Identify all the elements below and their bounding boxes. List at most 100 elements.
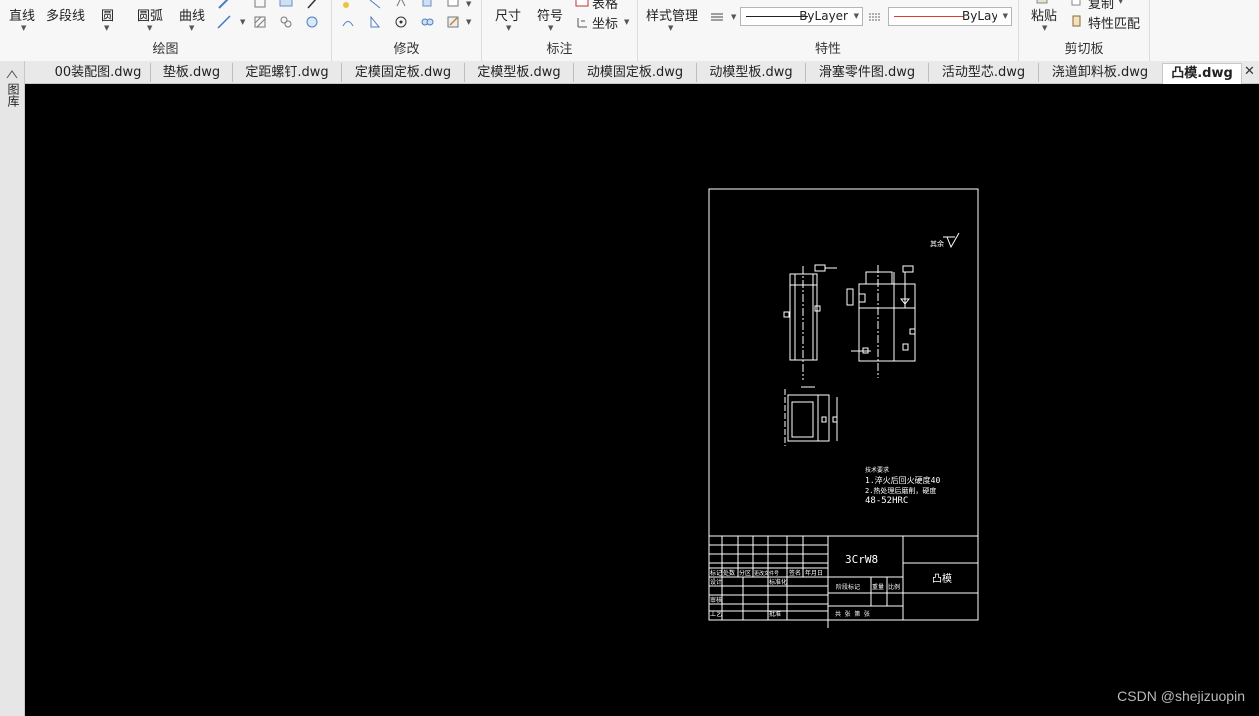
pencil-icon[interactable] [217, 0, 231, 10]
copy-icon[interactable] [1070, 0, 1084, 8]
cursor-icon[interactable] [305, 0, 319, 10]
chevron-down-icon[interactable]: ▼ [1042, 24, 1047, 32]
paste-button[interactable]: 粘贴 [1031, 5, 1057, 24]
curve-button[interactable]: 曲线 [179, 5, 205, 24]
tab-distance-screw[interactable]: 定距螺钉.dwg [233, 63, 341, 84]
mirror-icon[interactable] [368, 15, 382, 29]
trim-icon[interactable] [446, 0, 460, 10]
match-properties-button[interactable]: 特性匹配 [1088, 13, 1140, 32]
rectangle-icon[interactable] [253, 0, 267, 10]
tab-assembly[interactable]: 00装配图.dwg [46, 63, 150, 84]
table-button[interactable]: 表格 [592, 0, 618, 12]
title-approve: 批准 [769, 610, 781, 618]
tab-moving-cavity-plate[interactable]: 动模型板.dwg [697, 63, 805, 84]
hatch-icon[interactable] [253, 15, 267, 29]
title-row-sign: 签名 [789, 569, 801, 577]
region-icon[interactable] [279, 0, 293, 10]
title-row-date: 年月日 [805, 569, 823, 577]
color-select[interactable]: ByLayer ▼ [888, 7, 1012, 26]
roughness-note: 其余 [930, 239, 944, 248]
boundary-icon[interactable] [279, 15, 293, 29]
lineweight-icon[interactable] [710, 10, 724, 24]
drawing-canvas[interactable]: 其余 技术要求 1.淬火后回火硬度40 2.热处理后磨削，硬度 48-52HRC… [25, 84, 1259, 716]
chevron-down-icon[interactable]: ▼ [240, 18, 245, 26]
coordinate-icon[interactable] [575, 15, 589, 29]
tab-fixed-cavity-plate[interactable]: 定模型板.dwg [465, 63, 573, 84]
dimension-button[interactable]: 尺寸 [495, 5, 521, 24]
chevron-down-icon[interactable]: ▼ [1118, 0, 1123, 5]
table-icon[interactable] [575, 0, 589, 9]
arc-button[interactable]: 圆弧 [137, 5, 163, 24]
chevron-down-icon[interactable]: ▼ [21, 24, 26, 32]
tab-runner-stripper-plate[interactable]: 浇道卸料板.dwg [1039, 63, 1161, 84]
tab-plunger-part[interactable]: 滑塞零件图.dwg [806, 63, 928, 84]
document-tab-bar: 00装配图.dwg 垫板.dwg 定距螺钉.dwg 定模固定板.dwg 定模型板… [0, 61, 1259, 84]
annotate-group: 尺寸 ▼ 符号 ▼ 表格 坐标 ▼ 标注 [482, 0, 638, 61]
title-process: 工艺 [710, 610, 722, 618]
chevron-down-icon[interactable]: ▼ [104, 24, 109, 32]
array-icon[interactable] [420, 15, 434, 29]
side-view [858, 283, 916, 362]
properties-group-title: 特性 [814, 42, 841, 57]
chevron-down-icon[interactable]: ▼ [506, 24, 511, 32]
tab-backing-plate[interactable]: 垫板.dwg [151, 63, 232, 84]
draw-group: 直线 ▼ 多段线 圆 ▼ 圆弧 ▼ 曲线 ▼ ▼ 绘图 [0, 0, 332, 61]
linetype-select[interactable]: ByLayer ▼ [740, 7, 863, 26]
part-name-label: 凸模 [932, 573, 952, 585]
copy-button[interactable]: 复制 [1088, 0, 1114, 12]
note-3: 48-52HRC [865, 496, 908, 506]
cad-drawing: 其余 技术要求 1.淬火后回火硬度40 2.热处理后磨削，硬度 48-52HRC… [708, 188, 979, 628]
annotate-group-title: 标注 [546, 42, 573, 57]
chevron-down-icon[interactable]: ▼ [731, 13, 736, 21]
ribbon: 直线 ▼ 多段线 圆 ▼ 圆弧 ▼ 曲线 ▼ ▼ 绘图 ▼ ▼ 修改 尺寸 ▼ … [0, 0, 1259, 62]
title-row-zone: 分区 [739, 569, 751, 577]
symbol-button[interactable]: 符号 [537, 5, 563, 24]
title-design: 设计 [710, 578, 722, 586]
tab-movable-core[interactable]: 活动型芯.dwg [929, 63, 1038, 84]
chevron-down-icon[interactable]: ▼ [466, 0, 471, 8]
copy-object-icon[interactable] [368, 0, 382, 10]
line-button[interactable]: 直线 [9, 5, 35, 24]
palette-icon[interactable] [5, 69, 19, 79]
title-weight: 重量 [872, 583, 884, 591]
notes-title: 技术要求 [865, 466, 889, 474]
scale-icon[interactable] [420, 0, 434, 10]
tab-fixed-mold-plate[interactable]: 定模固定板.dwg [342, 63, 464, 84]
note-1: 1.淬火后回火硬度40 [865, 475, 940, 485]
sheet-frame [708, 188, 979, 621]
stretch-icon[interactable] [394, 0, 408, 10]
offset-icon[interactable] [341, 15, 355, 29]
note-2: 2.热处理后磨削，硬度 [865, 486, 936, 495]
circle-button[interactable]: 圆 [101, 5, 114, 24]
tab-moving-mold-plate[interactable]: 动模固定板.dwg [574, 63, 696, 84]
rotate-icon[interactable] [394, 15, 408, 29]
chevron-down-icon[interactable]: ▼ [668, 24, 673, 32]
title-row-marker: 标记 [710, 569, 722, 577]
material-label: 3CrW8 [845, 553, 878, 566]
title-stage: 阶段标记 [836, 583, 860, 591]
construction-line-icon[interactable] [217, 15, 231, 29]
close-tab-icon[interactable]: ✕ [1244, 64, 1255, 79]
match-properties-icon[interactable] [1070, 14, 1084, 28]
watermark: CSDN @shejizuopin [1117, 688, 1245, 704]
chevron-down-icon[interactable]: ▼ [624, 18, 629, 26]
polyline-button[interactable]: 多段线 [46, 5, 85, 24]
draw-group-title: 绘图 [152, 42, 179, 57]
clipboard-group-title: 剪切板 [1064, 42, 1104, 57]
wipeout-icon[interactable] [305, 15, 319, 29]
move-icon[interactable] [341, 0, 355, 10]
tab-punch[interactable]: 凸模.dwg [1162, 63, 1242, 84]
coordinate-button[interactable]: 坐标 [592, 13, 618, 32]
chevron-down-icon[interactable]: ▼ [466, 18, 471, 26]
title-review: 审核 [710, 596, 722, 604]
properties-group: 样式管理 ▼ ▼ ByLayer ▼ ByLayer ▼ 特性 [638, 0, 1019, 61]
edit-icon[interactable] [446, 15, 460, 29]
title-standardization: 标准化 [769, 578, 787, 586]
line-color-icon[interactable] [868, 10, 882, 24]
style-manager-button[interactable]: 样式管理 [646, 5, 698, 24]
chevron-down-icon[interactable]: ▼ [548, 24, 553, 32]
library-tab[interactable]: 图库 [5, 83, 20, 107]
chevron-down-icon[interactable]: ▼ [189, 24, 194, 32]
title-row-count: 处数 [723, 569, 735, 577]
chevron-down-icon[interactable]: ▼ [147, 24, 152, 32]
